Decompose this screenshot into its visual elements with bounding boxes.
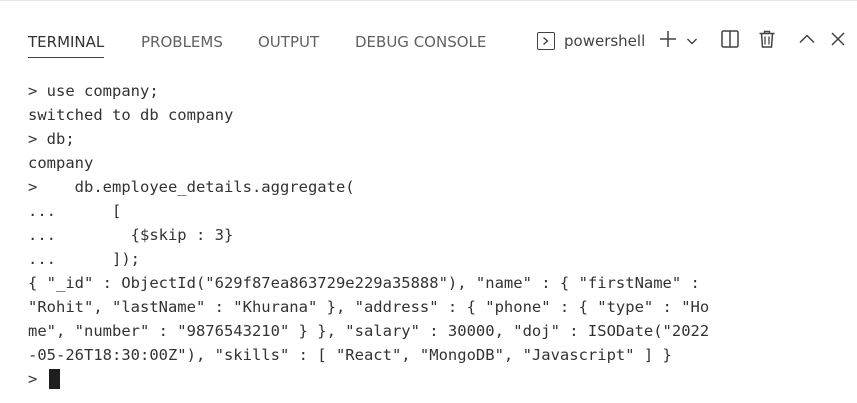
terminal-line: > db.employee_details.aggregate( <box>28 178 355 196</box>
terminal-line: ... {$skip : 3} <box>28 226 234 244</box>
trash-icon <box>757 29 777 53</box>
maximize-panel-button[interactable] <box>795 29 819 53</box>
split-terminal-button[interactable] <box>718 29 742 53</box>
terminal-line: "Rohit", "lastName" : "Khurana" }, "addr… <box>28 298 710 316</box>
terminal-prompt: > <box>28 370 38 388</box>
terminal-line: { "_id" : ObjectId("629f87ea863729e229a3… <box>28 274 700 292</box>
terminal-line: me", "number" : "9876543210" } }, "salar… <box>28 322 710 340</box>
launch-profile-button[interactable] <box>683 29 701 53</box>
terminal-cursor[interactable] <box>49 369 61 389</box>
terminal-line: switched to db company <box>28 106 234 124</box>
terminal-line: > db; <box>28 130 75 148</box>
terminal-icon <box>537 32 555 50</box>
tab-terminal[interactable]: TERMINAL <box>28 33 105 58</box>
terminal-input-line[interactable]: > <box>28 367 848 391</box>
terminal-line: > use company; <box>28 82 159 100</box>
tab-debug-console[interactable]: DEBUG CONSOLE <box>355 33 486 51</box>
panel-tab-bar: TERMINAL PROBLEMS OUTPUT DEBUG CONSOLE p… <box>0 1 857 61</box>
close-panel-button[interactable] <box>826 29 850 53</box>
terminal-line: company <box>28 154 94 172</box>
chevron-up-icon <box>798 30 816 52</box>
terminal-output[interactable]: > use company; switched to db company > … <box>28 79 848 391</box>
terminal-panel: TERMINAL PROBLEMS OUTPUT DEBUG CONSOLE p… <box>0 0 857 403</box>
shell-name: powershell <box>564 32 646 50</box>
close-icon <box>829 30 847 52</box>
terminal-line: -05-26T18:30:00Z"), "skills" : [ "React"… <box>28 346 672 364</box>
tab-problems[interactable]: PROBLEMS <box>141 33 223 51</box>
split-icon <box>720 29 740 53</box>
chevron-down-icon <box>686 32 698 51</box>
plus-icon <box>658 29 678 53</box>
terminal-line: ... ]); <box>28 250 140 268</box>
kill-terminal-button[interactable] <box>755 29 779 53</box>
tab-output[interactable]: OUTPUT <box>258 33 319 51</box>
terminal-shell-selector[interactable]: powershell <box>537 29 645 53</box>
new-terminal-button[interactable] <box>656 29 680 53</box>
terminal-line: ... [ <box>28 202 122 220</box>
